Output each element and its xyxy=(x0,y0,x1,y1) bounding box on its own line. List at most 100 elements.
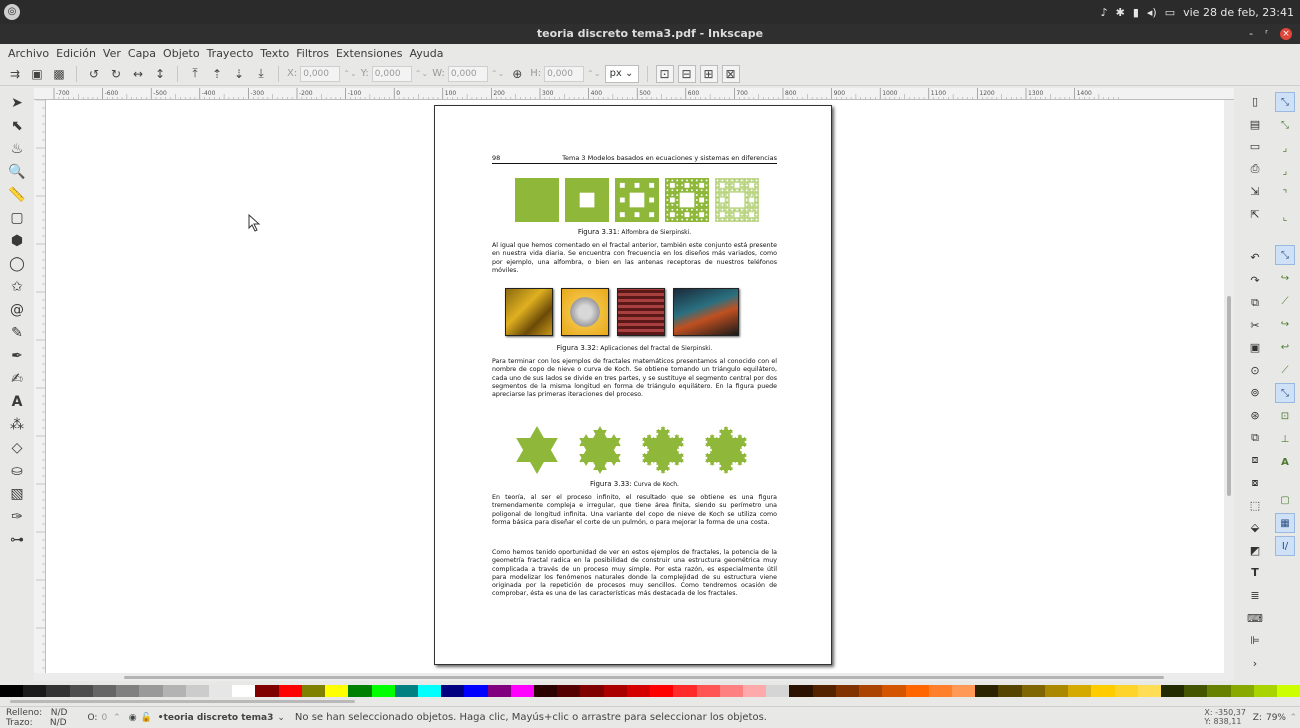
color-swatch[interactable] xyxy=(1068,685,1092,697)
y-input[interactable]: 0,000 xyxy=(371,65,412,82)
color-swatch[interactable] xyxy=(557,685,581,697)
opacity-input[interactable]: 0 xyxy=(101,713,107,723)
spiral-tool-icon[interactable]: @ xyxy=(5,299,29,320)
paint-bucket-tool-icon[interactable]: ⛀ xyxy=(5,460,29,481)
align-distribute-icon[interactable]: ⊫ xyxy=(1245,631,1265,651)
color-swatch[interactable] xyxy=(417,685,442,697)
color-swatch[interactable] xyxy=(882,685,906,697)
menu-extensiones[interactable]: Extensiones xyxy=(336,47,403,60)
menu-texto[interactable]: Texto xyxy=(260,47,289,60)
drawing-canvas[interactable]: 98 Tema 3 Modelos basados en ecuaciones … xyxy=(46,100,1224,673)
color-swatch[interactable] xyxy=(208,685,233,697)
zoom-tool-icon[interactable]: 🔍 xyxy=(5,161,29,182)
layer-lock-icon[interactable]: 🔓 xyxy=(141,713,152,723)
group-icon[interactable]: ⬚ xyxy=(1245,496,1265,516)
gradient-tool-icon[interactable]: ▧ xyxy=(5,483,29,504)
xml-editor-icon[interactable]: ⌨ xyxy=(1245,608,1265,628)
scale-corners-icon[interactable]: ⊟ xyxy=(677,64,696,83)
color-swatch[interactable] xyxy=(232,685,256,697)
color-swatch[interactable] xyxy=(998,685,1022,697)
palette-scrollbar[interactable] xyxy=(0,697,1300,706)
color-swatch[interactable] xyxy=(1114,685,1138,697)
more-icon[interactable]: › xyxy=(1245,653,1265,673)
fill-value[interactable]: N/D xyxy=(51,708,68,718)
zoom-spinner-icon[interactable]: ⌃ xyxy=(1289,713,1297,723)
duplicate-icon[interactable]: ⧉ xyxy=(1245,428,1265,448)
color-swatch[interactable] xyxy=(603,685,627,697)
color-swatch[interactable] xyxy=(487,685,511,697)
chevron-down-icon[interactable]: ⌄ xyxy=(277,713,285,723)
menu-ayuda[interactable]: Ayuda xyxy=(409,47,443,60)
color-swatch[interactable] xyxy=(139,685,163,697)
zoom-drawing-icon[interactable]: ⊚ xyxy=(1245,383,1265,403)
snap-bbox-midpoint-icon[interactable]: ⌝ xyxy=(1275,184,1295,204)
selector-tool-icon[interactable]: ➤ xyxy=(5,92,29,113)
color-swatch[interactable] xyxy=(650,685,674,697)
dropper-tool-icon[interactable]: ✑ xyxy=(5,506,29,527)
menu-objeto[interactable]: Objeto xyxy=(163,47,200,60)
vertical-ruler[interactable] xyxy=(34,100,46,673)
h-input[interactable]: 0,000 xyxy=(544,65,585,82)
menu-filtros[interactable]: Filtros xyxy=(296,47,329,60)
color-swatch[interactable] xyxy=(464,685,488,697)
zoom-page-icon[interactable]: ⊛ xyxy=(1245,405,1265,425)
color-swatch[interactable] xyxy=(46,685,70,697)
connector-tool-icon[interactable]: ⊶ xyxy=(5,529,29,550)
snap-rotation-center-icon[interactable]: ⊥ xyxy=(1275,429,1295,449)
snap-bbox-edge-icon[interactable]: ⌟ xyxy=(1275,138,1295,158)
calligraphy-tool-icon[interactable]: ✍ xyxy=(5,368,29,389)
lower-icon[interactable]: ⇣ xyxy=(230,65,248,83)
color-swatch[interactable] xyxy=(510,685,535,697)
snap-paths-icon[interactable]: ↪ xyxy=(1275,268,1295,288)
maximize-button[interactable]: ʳ xyxy=(1265,24,1268,44)
ellipse-tool-icon[interactable]: ◯ xyxy=(5,253,29,274)
snap-centers-icon[interactable]: ⊡ xyxy=(1275,406,1295,426)
color-swatch[interactable] xyxy=(859,685,883,697)
node-tool-icon[interactable]: ⬉ xyxy=(5,115,29,136)
snap-midpoints-icon[interactable]: ⟋ xyxy=(1275,360,1295,380)
menu-edicion[interactable]: Edición xyxy=(56,47,96,60)
horizontal-ruler[interactable]: -700 -600 -500 -400 -300 -200 -100 0 100 200 300 40… xyxy=(34,88,1234,100)
color-swatch[interactable] xyxy=(975,685,999,697)
color-swatch[interactable] xyxy=(951,685,976,697)
color-swatch[interactable] xyxy=(394,685,418,697)
w-input[interactable]: 0,000 xyxy=(447,65,488,82)
move-gradients-icon[interactable]: ⊞ xyxy=(699,64,718,83)
print-icon[interactable]: ⎙ xyxy=(1245,160,1265,180)
opacity-spinner-icon[interactable]: ⌃ xyxy=(113,713,121,723)
color-swatch[interactable] xyxy=(534,685,558,697)
minimize-button[interactable]: - xyxy=(1249,24,1253,44)
color-swatch[interactable] xyxy=(812,685,836,697)
color-swatch[interactable] xyxy=(673,685,697,697)
color-swatch[interactable] xyxy=(301,685,326,697)
color-swatch[interactable] xyxy=(371,685,395,697)
fill-stroke-icon[interactable]: ◩ xyxy=(1245,541,1265,561)
eraser-tool-icon[interactable]: ◇ xyxy=(5,437,29,458)
redo-icon[interactable]: ↷ xyxy=(1245,270,1265,290)
scroll-thumb[interactable] xyxy=(124,676,1164,679)
color-swatch[interactable] xyxy=(23,685,47,697)
snap-bbox-center-icon[interactable]: ⌞ xyxy=(1275,207,1295,227)
color-swatch[interactable] xyxy=(696,685,720,697)
enable-snapping-icon[interactable]: ⤡ xyxy=(1275,92,1295,112)
scale-stroke-icon[interactable]: ⊡ xyxy=(655,64,674,83)
unit-select[interactable]: px ⌄ xyxy=(604,64,639,83)
move-patterns-icon[interactable]: ⊠ xyxy=(721,64,740,83)
color-swatch[interactable] xyxy=(1277,685,1300,697)
paste-icon[interactable]: ▣ xyxy=(1245,338,1265,358)
snap-nodes-icon[interactable]: ⤡ xyxy=(1275,245,1295,265)
menu-ver[interactable]: Ver xyxy=(103,47,121,60)
lower-to-bottom-icon[interactable]: ⤓ xyxy=(252,65,270,83)
color-swatch[interactable] xyxy=(441,685,465,697)
current-layer-select[interactable]: •teoria discreto tema3 xyxy=(158,713,274,723)
color-swatch[interactable] xyxy=(1137,685,1161,697)
h-spinner-icon[interactable]: ⌃⌄ xyxy=(587,69,600,78)
flip-vertical-icon[interactable]: ↕ xyxy=(151,65,169,83)
vertical-scrollbar[interactable] xyxy=(1224,100,1234,673)
snap-bbox-corner-icon[interactable]: ⌟ xyxy=(1275,161,1295,181)
snap-text-baseline-icon[interactable]: A xyxy=(1275,452,1295,472)
ubuntu-logo-icon[interactable]: ◎ xyxy=(4,4,20,20)
color-swatch[interactable] xyxy=(116,685,140,697)
rectangle-tool-icon[interactable]: ▢ xyxy=(5,207,29,228)
volume-icon[interactable]: ◂) xyxy=(1147,6,1157,19)
